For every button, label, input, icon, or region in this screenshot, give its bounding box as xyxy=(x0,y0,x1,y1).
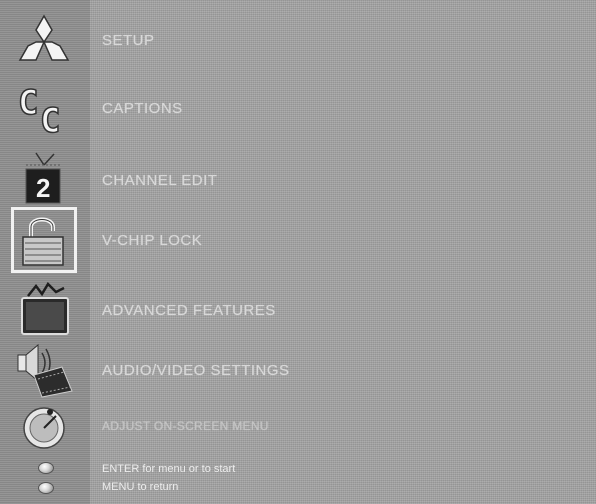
svg-text:C: C xyxy=(40,101,60,136)
menu-item-adjust-on-screen-menu[interactable]: ADJUST ON-SCREEN MENU xyxy=(0,396,596,456)
selection-highlight xyxy=(11,207,77,273)
svg-text:C: C xyxy=(18,83,38,123)
speaker-film-icon xyxy=(10,340,78,400)
instruction-menu: MENU to return xyxy=(102,481,179,493)
menu-label-audio-video-settings: AUDIO/VIDEO SETTINGS xyxy=(102,361,290,379)
menu-item-channel-edit[interactable]: 2 CHANNEL EDIT xyxy=(0,150,596,210)
menu-button-icon xyxy=(38,482,54,494)
menu-item-advanced-features[interactable]: ADVANCED FEATURES xyxy=(0,280,596,340)
menu-label-adjust-on-screen-menu: ADJUST ON-SCREEN MENU xyxy=(102,419,269,433)
menu-label-channel-edit: CHANNEL EDIT xyxy=(102,171,218,189)
closed-caption-icon: C C xyxy=(10,78,78,138)
menu-item-v-chip-lock[interactable]: V-CHIP LOCK xyxy=(0,207,596,273)
menu-label-setup: SETUP xyxy=(102,31,155,49)
tv-screen-icon xyxy=(10,280,78,340)
instructions: ENTER for menu or to start MENU to retur… xyxy=(102,460,235,496)
channel-number-text: 2 xyxy=(36,173,50,203)
menu-label-captions: CAPTIONS xyxy=(102,99,183,117)
menu-item-setup[interactable]: SETUP xyxy=(0,10,596,70)
channel-number-icon: 2 xyxy=(10,150,78,210)
mitsubishi-logo-icon xyxy=(10,10,78,70)
instruction-enter: ENTER for menu or to start xyxy=(102,463,236,475)
menu-item-captions[interactable]: C C CAPTIONS xyxy=(0,78,596,138)
enter-button-icon xyxy=(38,462,54,474)
padlock-icon xyxy=(17,211,71,269)
menu-label-v-chip-lock: V-CHIP LOCK xyxy=(102,231,203,249)
round-dial-icon xyxy=(10,396,78,456)
menu-label-advanced-features: ADVANCED FEATURES xyxy=(102,301,276,319)
tv-menu-screen: SETUP C C CAPTIONS 2 CHANNEL EDIT V-CHIP… xyxy=(0,0,596,504)
menu-item-audio-video-settings[interactable]: AUDIO/VIDEO SETTINGS xyxy=(0,340,596,400)
